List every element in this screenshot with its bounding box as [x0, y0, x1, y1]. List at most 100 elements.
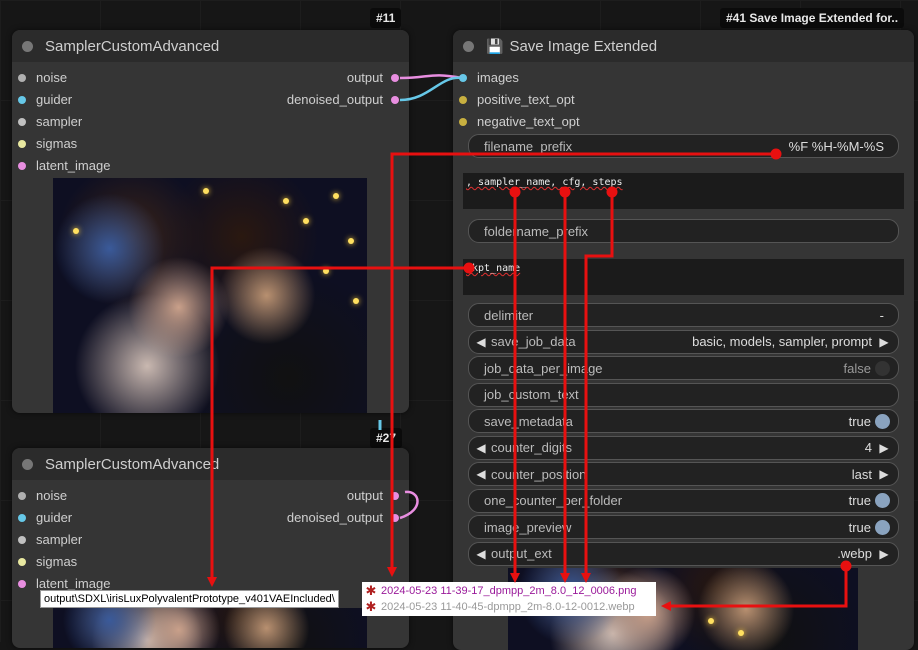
- widget-image-preview[interactable]: image_preview true: [468, 515, 899, 539]
- slot-label: sampler: [36, 532, 83, 547]
- widget-label: job_custom_text: [484, 387, 579, 402]
- arrow-left-icon[interactable]: ◀: [473, 335, 489, 349]
- slot-label: guider: [36, 92, 73, 107]
- list-item[interactable]: ✱ 2024-05-23 11-40-45-dpmpp_2m-8.0-12-00…: [364, 599, 654, 615]
- image-file-icon: ✱: [365, 599, 377, 614]
- output-slot-output[interactable]: output: [347, 70, 399, 85]
- input-slot-negative-text-opt[interactable]: negative_text_opt: [459, 114, 580, 129]
- toggle-knob-icon[interactable]: [875, 413, 890, 429]
- input-slot-positive-text-opt[interactable]: positive_text_opt: [459, 92, 575, 107]
- input-slot-images[interactable]: images: [459, 70, 519, 85]
- input-slot-noise[interactable]: noise: [18, 70, 67, 85]
- arrow-left-icon[interactable]: ◀: [473, 547, 489, 561]
- widget-value: basic, models, sampler, prompt: [692, 334, 872, 349]
- widget-job-data-per-image[interactable]: job_data_per_image false: [468, 356, 899, 380]
- arrow-right-icon[interactable]: ▶: [876, 441, 892, 455]
- slot-pin-icon[interactable]: [459, 117, 467, 126]
- node-41-badge: #41 Save Image Extended for..: [720, 8, 905, 28]
- foldername-prefix-field[interactable]: foldername_prefix: [468, 219, 899, 243]
- node-41-header[interactable]: 💾 Save Image Extended: [453, 30, 914, 62]
- widget-output-ext[interactable]: ◀ output_ext .webp ▶: [468, 541, 899, 566]
- widget-counter-digits[interactable]: ◀ counter_digits 4 ▶: [468, 435, 899, 460]
- input-slot-sigmas[interactable]: sigmas: [18, 136, 77, 151]
- slot-pin-icon[interactable]: [18, 73, 26, 82]
- input-slot-sampler[interactable]: sampler: [18, 114, 82, 129]
- output-slot-denoised-output[interactable]: denoised_output: [287, 92, 399, 107]
- filename-prefix-field[interactable]: filename_prefix %F %H-%M-%S: [468, 134, 899, 158]
- slot-pin-icon[interactable]: [459, 95, 467, 104]
- input-slot-latent-image[interactable]: latent_image: [18, 158, 110, 173]
- widget-save-job-data[interactable]: ◀ save_job_data basic, models, sampler, pr…: [468, 329, 899, 354]
- widget-counter-position[interactable]: ◀ counter_position last ▶: [468, 462, 899, 486]
- node-11-title: SamplerCustomAdvanced: [45, 37, 220, 55]
- output-slot-denoised-output[interactable]: denoised_output: [287, 510, 399, 525]
- slot-pin-icon[interactable]: [391, 513, 399, 522]
- widget-label: save_metadata: [484, 413, 573, 429]
- slot-label: latent_image: [36, 158, 111, 173]
- list-item[interactable]: ✱ 2024-05-23 11-39-17_dpmpp_2m_8.0_12_00…: [364, 583, 654, 599]
- folder-path-tooltip: output\SDXL\irisLuxPolyvalentPrototype_v…: [40, 590, 339, 608]
- widget-value: true: [848, 519, 871, 535]
- slot-pin-icon[interactable]: [18, 139, 26, 148]
- slot-label: noise: [36, 488, 68, 503]
- input-slot-noise[interactable]: noise: [18, 488, 67, 503]
- filename-keys-textarea[interactable]: , sampler_name, cfg, steps: [463, 173, 904, 209]
- widget-value: true: [848, 413, 871, 429]
- arrow-left-icon[interactable]: ◀: [473, 441, 489, 455]
- slot-label: sampler: [36, 114, 83, 129]
- slot-pin-icon[interactable]: [18, 535, 26, 544]
- toggle-knob-icon[interactable]: [875, 519, 890, 535]
- collapse-dot-icon[interactable]: [463, 40, 474, 52]
- slot-label: positive_text_opt: [477, 92, 575, 107]
- widget-label: delimiter: [484, 307, 534, 323]
- arrow-right-icon[interactable]: ▶: [876, 547, 892, 561]
- toggle-knob-icon[interactable]: [875, 493, 890, 508]
- arrow-right-icon[interactable]: ▶: [876, 335, 892, 349]
- node-11-header[interactable]: SamplerCustomAdvanced: [12, 30, 409, 62]
- input-slot-sampler[interactable]: sampler: [18, 532, 82, 547]
- slot-pin-icon[interactable]: [18, 95, 26, 104]
- slot-label: guider: [36, 510, 73, 525]
- slot-pin-icon[interactable]: [459, 73, 467, 82]
- widget-label: save_job_data: [491, 334, 576, 349]
- widget-one-counter-per-folder[interactable]: one_counter_per_folder true: [468, 488, 899, 513]
- node-27-sampler-custom-advanced[interactable]: SamplerCustomAdvanced noise guider sampler…: [12, 448, 409, 648]
- node-41-save-image-extended[interactable]: 💾 Save Image Extended images positive_tex…: [453, 30, 914, 650]
- widget-save-metadata[interactable]: save_metadata true: [468, 409, 899, 433]
- node-11-sampler-custom-advanced[interactable]: SamplerCustomAdvanced noise guider sampler…: [12, 30, 409, 413]
- floppy-disk-icon: 💾: [486, 37, 504, 54]
- output-slot-output[interactable]: output: [347, 488, 399, 503]
- slot-label: sigmas: [36, 554, 78, 569]
- slot-pin-icon[interactable]: [18, 161, 26, 170]
- slot-label: images: [477, 70, 519, 85]
- slot-pin-icon[interactable]: [18, 557, 26, 566]
- input-slot-guider[interactable]: guider: [18, 510, 72, 525]
- node-27-header[interactable]: SamplerCustomAdvanced: [12, 448, 409, 480]
- arrow-right-icon[interactable]: ▶: [876, 467, 892, 481]
- input-slot-sigmas[interactable]: sigmas: [18, 554, 77, 569]
- slot-pin-icon[interactable]: [18, 579, 26, 588]
- widget-label: job_data_per_image: [484, 360, 603, 376]
- file-name: 2024-05-23 11-40-45-dpmpp_2m-8.0-12-0012…: [381, 601, 635, 613]
- input-slot-latent-image[interactable]: latent_image: [18, 576, 110, 591]
- widget-label: counter_digits: [491, 440, 572, 455]
- toggle-knob-icon[interactable]: [875, 360, 890, 376]
- slot-pin-icon[interactable]: [18, 491, 26, 500]
- slot-pin-icon[interactable]: [391, 73, 399, 82]
- widget-job-custom-text[interactable]: job_custom_text: [468, 382, 899, 407]
- arrow-left-icon[interactable]: ◀: [473, 467, 489, 481]
- slot-label: output: [346, 70, 383, 85]
- slot-pin-icon[interactable]: [391, 491, 399, 500]
- widget-label: counter_position: [491, 466, 587, 482]
- collapse-dot-icon[interactable]: [22, 458, 33, 470]
- widget-delimiter[interactable]: delimiter -: [468, 303, 899, 327]
- slot-pin-icon[interactable]: [391, 95, 399, 104]
- file-list: ✱ 2024-05-23 11-39-17_dpmpp_2m_8.0_12_00…: [362, 582, 656, 616]
- input-slot-guider[interactable]: guider: [18, 92, 72, 107]
- slot-pin-icon[interactable]: [18, 117, 26, 126]
- foldername-keys-textarea[interactable]: ckpt_name: [463, 259, 904, 295]
- collapse-dot-icon[interactable]: [22, 40, 33, 52]
- slot-pin-icon[interactable]: [18, 513, 26, 522]
- slot-label: noise: [36, 70, 68, 85]
- widget-value: true: [848, 493, 871, 508]
